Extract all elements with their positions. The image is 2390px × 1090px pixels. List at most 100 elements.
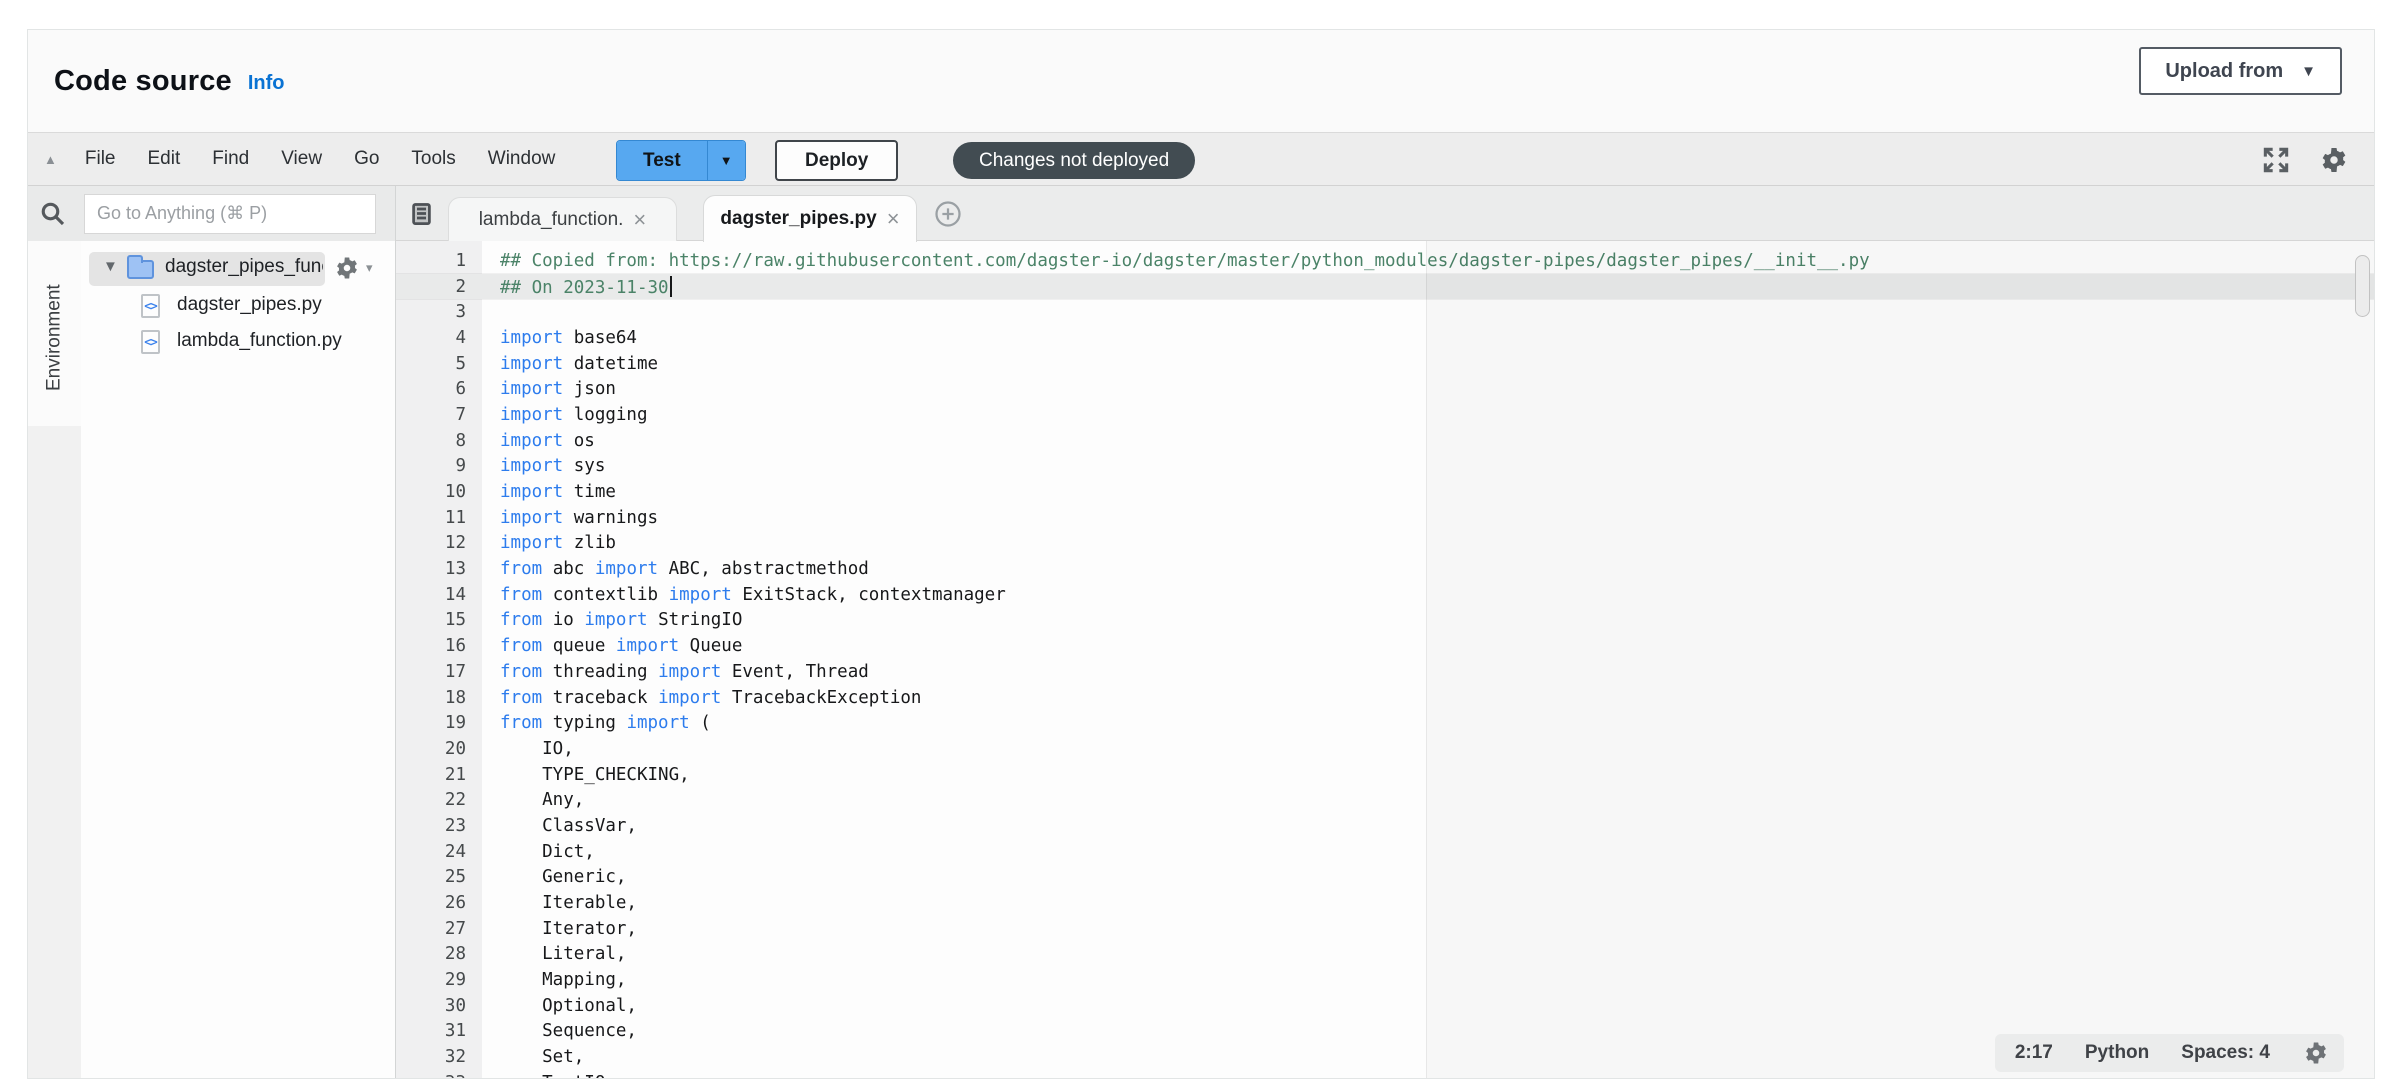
language-mode[interactable]: Python [2085,1042,2149,1064]
code-text: ## Copied from: https://raw.githubuserco… [482,251,1870,271]
code-line-22[interactable]: 22 Any, [396,787,2374,813]
tree-file-row[interactable]: <> lambda_function.py [81,325,395,361]
folder-icon [127,260,154,279]
code-line-4[interactable]: 4import base64 [396,325,2374,351]
settings-gear-icon[interactable] [2318,144,2350,176]
editor-status-bar: 2:17 Python Spaces: 4 [1995,1034,2344,1072]
go-to-anything-input[interactable] [84,194,376,234]
code-text: import sys [482,456,605,476]
code-line-29[interactable]: 29 Mapping, [396,967,2374,993]
code-line-2[interactable]: 2## On 2023-11-30 [396,274,2374,300]
code-line-17[interactable]: 17from threading import Event, Thread [396,659,2374,685]
line-number: 33 [396,1073,482,1078]
sidebar-search-row [28,186,396,241]
tab-dagster-pipes[interactable]: dagster_pipes.py × [703,195,917,242]
editor-tab-strip: lambda_function. × dagster_pipes.py × [396,186,2374,241]
upload-from-label: Upload from [2165,60,2283,83]
code-line-20[interactable]: 20 IO, [396,736,2374,762]
code-line-21[interactable]: 21 TYPE_CHECKING, [396,762,2374,788]
line-number: 22 [396,790,482,810]
code-editor[interactable]: 1## Copied from: https://raw.githubuserc… [396,241,2374,1078]
line-number: 21 [396,765,482,785]
test-button-label[interactable]: Test [617,141,707,180]
tab-list-icon[interactable] [408,200,435,227]
line-number: 18 [396,688,482,708]
line-number: 19 [396,713,482,733]
code-text: from traceback import TracebackException [482,688,921,708]
line-number: 15 [396,610,482,630]
info-link[interactable]: Info [248,72,285,95]
test-split-button[interactable]: Test ▼ [616,140,746,181]
tree-file-label: lambda_function.py [177,330,342,352]
upload-from-button[interactable]: Upload from ▼ [2139,47,2342,95]
code-line-13[interactable]: 13from abc import ABC, abstractmethod [396,556,2374,582]
code-line-5[interactable]: 5import datetime [396,351,2374,377]
line-number: 4 [396,328,482,348]
code-line-30[interactable]: 30 Optional, [396,993,2374,1019]
code-line-15[interactable]: 15from io import StringIO [396,608,2374,634]
menu-item-view[interactable]: View [265,132,338,186]
code-line-6[interactable]: 6import json [396,376,2374,402]
test-dropdown-caret[interactable]: ▼ [707,141,745,180]
line-number: 12 [396,533,482,553]
menu-item-edit[interactable]: Edit [132,132,197,186]
code-line-12[interactable]: 12import zlib [396,531,2374,557]
code-line-24[interactable]: 24 Dict, [396,839,2374,865]
code-line-7[interactable]: 7import logging [396,402,2374,428]
tab-label: dagster_pipes.py [720,208,876,230]
tab-lambda-function[interactable]: lambda_function. × [448,197,677,241]
line-number: 32 [396,1047,482,1067]
code-line-18[interactable]: 18from traceback import TracebackExcepti… [396,685,2374,711]
code-text: TYPE_CHECKING, [482,765,690,785]
close-tab-icon[interactable]: × [887,208,900,230]
collapse-editor-icon[interactable]: ▲ [44,152,57,167]
deploy-button[interactable]: Deploy [775,140,898,181]
code-line-10[interactable]: 10import time [396,479,2374,505]
code-text: from io import StringIO [482,610,742,630]
code-line-9[interactable]: 9import sys [396,454,2374,480]
code-source-card: Code source Info Upload from ▼ ▲ FileEdi… [27,29,2375,1079]
status-gear-icon[interactable] [2302,1039,2330,1067]
line-number: 3 [396,302,482,322]
menu-item-window[interactable]: Window [472,132,572,186]
code-line-23[interactable]: 23 ClassVar, [396,813,2374,839]
spaces-setting[interactable]: Spaces: 4 [2181,1042,2270,1064]
code-line-3[interactable]: 3 [396,299,2374,325]
line-number: 9 [396,456,482,476]
code-text: import os [482,431,595,451]
menubar-right-icons [2260,133,2350,187]
code-line-19[interactable]: 19from typing import ( [396,710,2374,736]
code-line-26[interactable]: 26 Iterable, [396,890,2374,916]
tree-folder-row[interactable]: ▼ dagster_pipes_funct ▾ [81,252,395,286]
menu-item-file[interactable]: File [69,132,132,186]
editor-menu-bar: ▲ FileEditFindViewGoToolsWindow Test ▼ D… [28,132,2374,186]
code-line-16[interactable]: 16from queue import Queue [396,633,2374,659]
code-line-28[interactable]: 28 Literal, [396,942,2374,968]
code-line-25[interactable]: 25 Generic, [396,865,2374,891]
code-line-1[interactable]: 1## Copied from: https://raw.githubuserc… [396,248,2374,274]
line-number: 2 [396,277,482,297]
code-text: Any, [482,790,584,810]
search-icon[interactable] [38,199,68,229]
code-line-11[interactable]: 11import warnings [396,505,2374,531]
line-number: 26 [396,893,482,913]
cursor-position[interactable]: 2:17 [2015,1042,2053,1064]
tree-settings-button[interactable]: ▾ [333,254,373,282]
menu-item-tools[interactable]: Tools [395,132,471,186]
tree-file-row[interactable]: <>dagster_pipes.py [81,289,395,325]
code-text: Iterable, [482,893,637,913]
code-line-8[interactable]: 8import os [396,428,2374,454]
python-file-icon: <> [141,330,160,354]
folder-expand-caret-icon[interactable]: ▼ [103,258,118,275]
close-tab-icon[interactable]: × [633,209,646,231]
environment-tab[interactable]: Environment [28,253,81,423]
menu-item-find[interactable]: Find [196,132,265,186]
new-tab-icon[interactable] [933,199,963,229]
line-number: 11 [396,508,482,528]
vertical-scrollbar-thumb[interactable] [2355,255,2370,317]
code-line-14[interactable]: 14from contextlib import ExitStack, cont… [396,582,2374,608]
fullscreen-icon[interactable] [2260,144,2292,176]
code-line-27[interactable]: 27 Iterator, [396,916,2374,942]
tab-label: lambda_function. [479,209,624,231]
menu-item-go[interactable]: Go [338,132,395,186]
